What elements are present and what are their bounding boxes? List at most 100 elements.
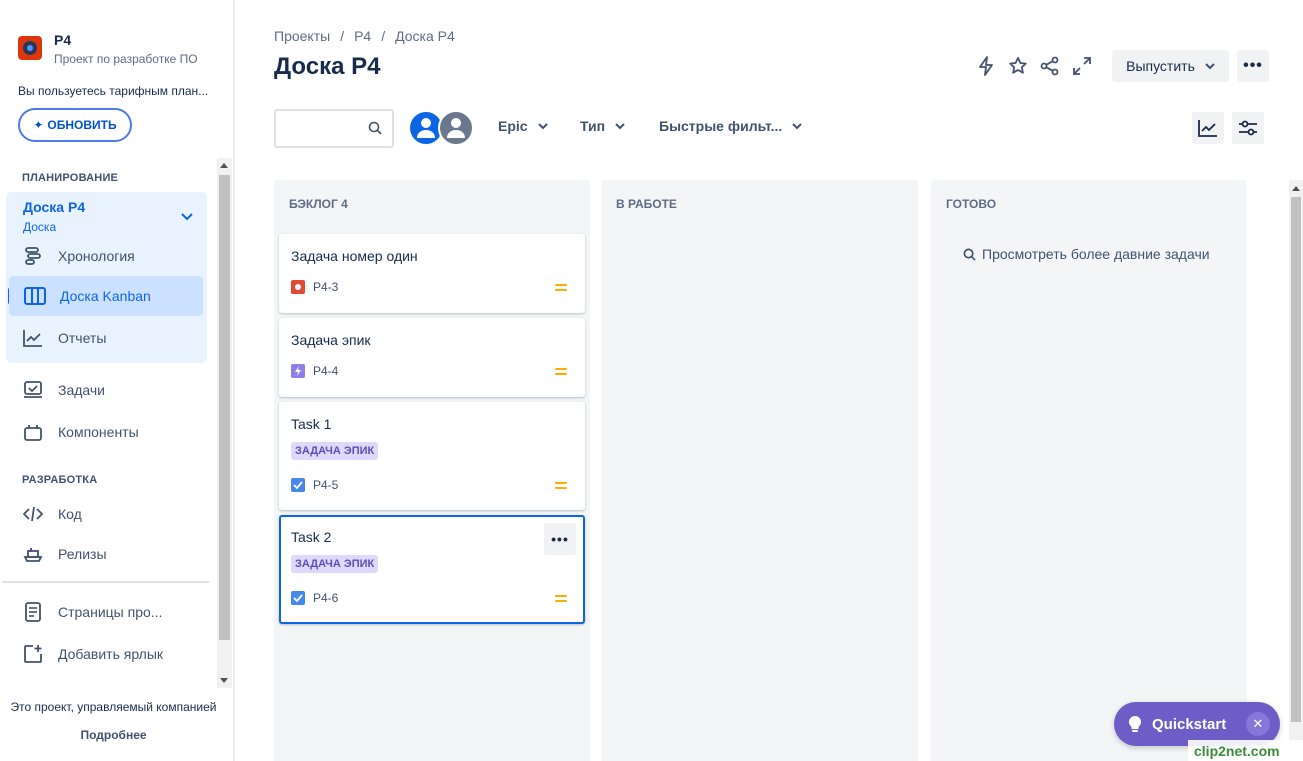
issue-card[interactable]: Task 1 ЗАДАЧА ЭПИК P4-5 xyxy=(279,402,585,510)
board-group-title[interactable]: Доска P4 xyxy=(23,199,85,215)
sliders-icon xyxy=(1239,120,1257,136)
epic-filter[interactable]: Epic xyxy=(498,118,548,134)
issues-icon xyxy=(22,379,44,401)
more-actions-button[interactable]: ••• xyxy=(1237,50,1269,82)
close-icon[interactable]: ✕ xyxy=(1246,712,1270,736)
project-header[interactable]: P4 Проект по разработке ПО xyxy=(18,32,198,66)
scroll-up-arrow-icon[interactable] xyxy=(1292,186,1300,191)
chevron-down-icon xyxy=(615,122,625,129)
lightning-icon xyxy=(979,56,993,76)
plan-note: Вы пользуетесь тарифным план... xyxy=(18,84,209,98)
add-shortcut-icon xyxy=(22,643,44,665)
sidebar-item-add-shortcut[interactable]: Добавить ярлык xyxy=(22,634,163,674)
sidebar-item-label: Добавить ярлык xyxy=(58,646,164,662)
insights-button[interactable] xyxy=(1192,112,1224,144)
task-checkbox-icon xyxy=(291,478,305,492)
user-icon xyxy=(447,118,465,138)
breadcrumb-project[interactable]: P4 xyxy=(354,28,371,44)
project-avatar-icon xyxy=(18,36,42,60)
issue-card[interactable]: Задача номер один P4-3 xyxy=(279,234,585,313)
automation-button[interactable] xyxy=(970,50,1002,82)
footer-note: Это проект, управляемый компанией xyxy=(10,700,217,714)
card-key-label: P4-3 xyxy=(313,280,339,294)
card-more-button[interactable]: ••• xyxy=(544,523,576,555)
sidebar-item-label: Доска Kanban xyxy=(60,288,151,304)
card-title: Task 1 xyxy=(291,416,332,432)
release-label: Выпустить xyxy=(1126,58,1195,74)
quick-filters-label: Быстрые фильт... xyxy=(659,118,783,134)
search-input[interactable] xyxy=(284,111,374,145)
sparkle-icon: ✦ xyxy=(33,118,44,132)
expand-icon xyxy=(1073,57,1091,75)
card-key-label: P4-5 xyxy=(313,478,339,492)
epic-label: ЗАДАЧА ЭПИК xyxy=(291,555,379,573)
card-key: P4-5 xyxy=(291,478,338,492)
scroll-down-arrow-icon[interactable] xyxy=(220,678,228,683)
epic-filter-label: Epic xyxy=(498,118,528,134)
board-columns-icon xyxy=(24,285,46,307)
sidebar-item-releases[interactable]: Релизы xyxy=(22,534,107,574)
upgrade-label: ОБНОВИТЬ xyxy=(47,118,117,132)
dev-section-title: РАЗРАБОТКА xyxy=(22,474,98,486)
page-icon xyxy=(22,601,44,623)
sidebar: P4 Проект по разработке ПО Вы пользуетес… xyxy=(0,0,235,761)
scroll-up-arrow-icon[interactable] xyxy=(220,163,228,168)
search-icon xyxy=(963,248,976,261)
issue-card[interactable]: Задача эпик P4-4 xyxy=(279,318,585,397)
code-icon xyxy=(22,503,44,525)
board-scrollbar-thumb[interactable] xyxy=(1291,197,1301,722)
view-older-tasks-link[interactable]: Просмотреть более давние задачи xyxy=(963,246,1210,262)
card-title: Задача номер один xyxy=(291,248,418,264)
search-icon xyxy=(368,121,382,135)
epic-label: ЗАДАЧА ЭПИК xyxy=(291,442,379,460)
sidebar-item-code[interactable]: Код xyxy=(22,494,82,534)
chevron-down-icon xyxy=(537,122,548,129)
sidebar-scrollbar-thumb[interactable] xyxy=(219,175,230,640)
sidebar-item-label: Релизы xyxy=(58,546,107,562)
ship-icon xyxy=(22,543,44,565)
share-button[interactable] xyxy=(1034,50,1066,82)
column-title: ГОТОВО xyxy=(946,197,997,211)
sidebar-item-components[interactable]: Компоненты xyxy=(22,412,139,452)
chevron-down-icon[interactable] xyxy=(181,210,193,224)
timeline-icon xyxy=(22,245,44,267)
breadcrumb-projects[interactable]: Проекты xyxy=(274,28,330,44)
fullscreen-button[interactable] xyxy=(1066,50,1098,82)
release-button[interactable]: Выпустить xyxy=(1112,50,1229,82)
breadcrumb-board[interactable]: Доска P4 xyxy=(395,28,455,44)
sidebar-item-label: Хронология xyxy=(58,248,135,264)
column-in-progress: В РАБОТЕ xyxy=(601,180,918,761)
type-filter-label: Тип xyxy=(580,118,606,134)
watermark-text: clip2net.com xyxy=(1194,742,1280,759)
breadcrumb-separator: / xyxy=(340,28,345,44)
page-title: Доска P4 xyxy=(274,53,381,80)
project-subtitle: Проект по разработке ПО xyxy=(54,52,198,66)
sidebar-divider xyxy=(2,581,209,583)
bug-icon xyxy=(291,280,305,294)
card-key: P4-6 xyxy=(291,591,338,605)
chevron-down-icon xyxy=(792,122,802,129)
star-button[interactable] xyxy=(1002,50,1034,82)
card-title: Task 2 xyxy=(291,529,332,545)
sidebar-item-pages[interactable]: Страницы про... xyxy=(22,592,162,632)
view-settings-button[interactable] xyxy=(1232,112,1264,144)
sidebar-item-kanban[interactable]: Доска Kanban xyxy=(9,276,203,316)
sidebar-item-label: Код xyxy=(58,506,82,522)
issue-card-selected[interactable]: Task 2 ••• ЗАДАЧА ЭПИК P4-6 xyxy=(279,515,585,624)
quick-filters[interactable]: Быстрые фильт... xyxy=(659,118,802,134)
learn-more-link[interactable]: Подробнее xyxy=(0,728,227,742)
watermark: clip2net.com xyxy=(1188,740,1303,761)
sidebar-item-issues[interactable]: Задачи xyxy=(22,370,105,410)
chart-trend-icon xyxy=(1198,120,1217,137)
card-key-label: P4-6 xyxy=(313,591,339,605)
sidebar-item-timeline[interactable]: Хронология xyxy=(22,236,135,276)
search-field[interactable] xyxy=(274,109,394,148)
sidebar-item-reports[interactable]: Отчеты xyxy=(22,318,106,358)
priority-medium-icon xyxy=(555,368,567,378)
priority-medium-icon xyxy=(555,595,567,605)
upgrade-button[interactable]: ✦ ОБНОВИТЬ xyxy=(18,108,132,142)
components-icon xyxy=(22,421,44,443)
unassigned-avatar-filter[interactable] xyxy=(438,110,474,146)
project-name: P4 xyxy=(54,32,72,48)
type-filter[interactable]: Тип xyxy=(580,118,625,134)
